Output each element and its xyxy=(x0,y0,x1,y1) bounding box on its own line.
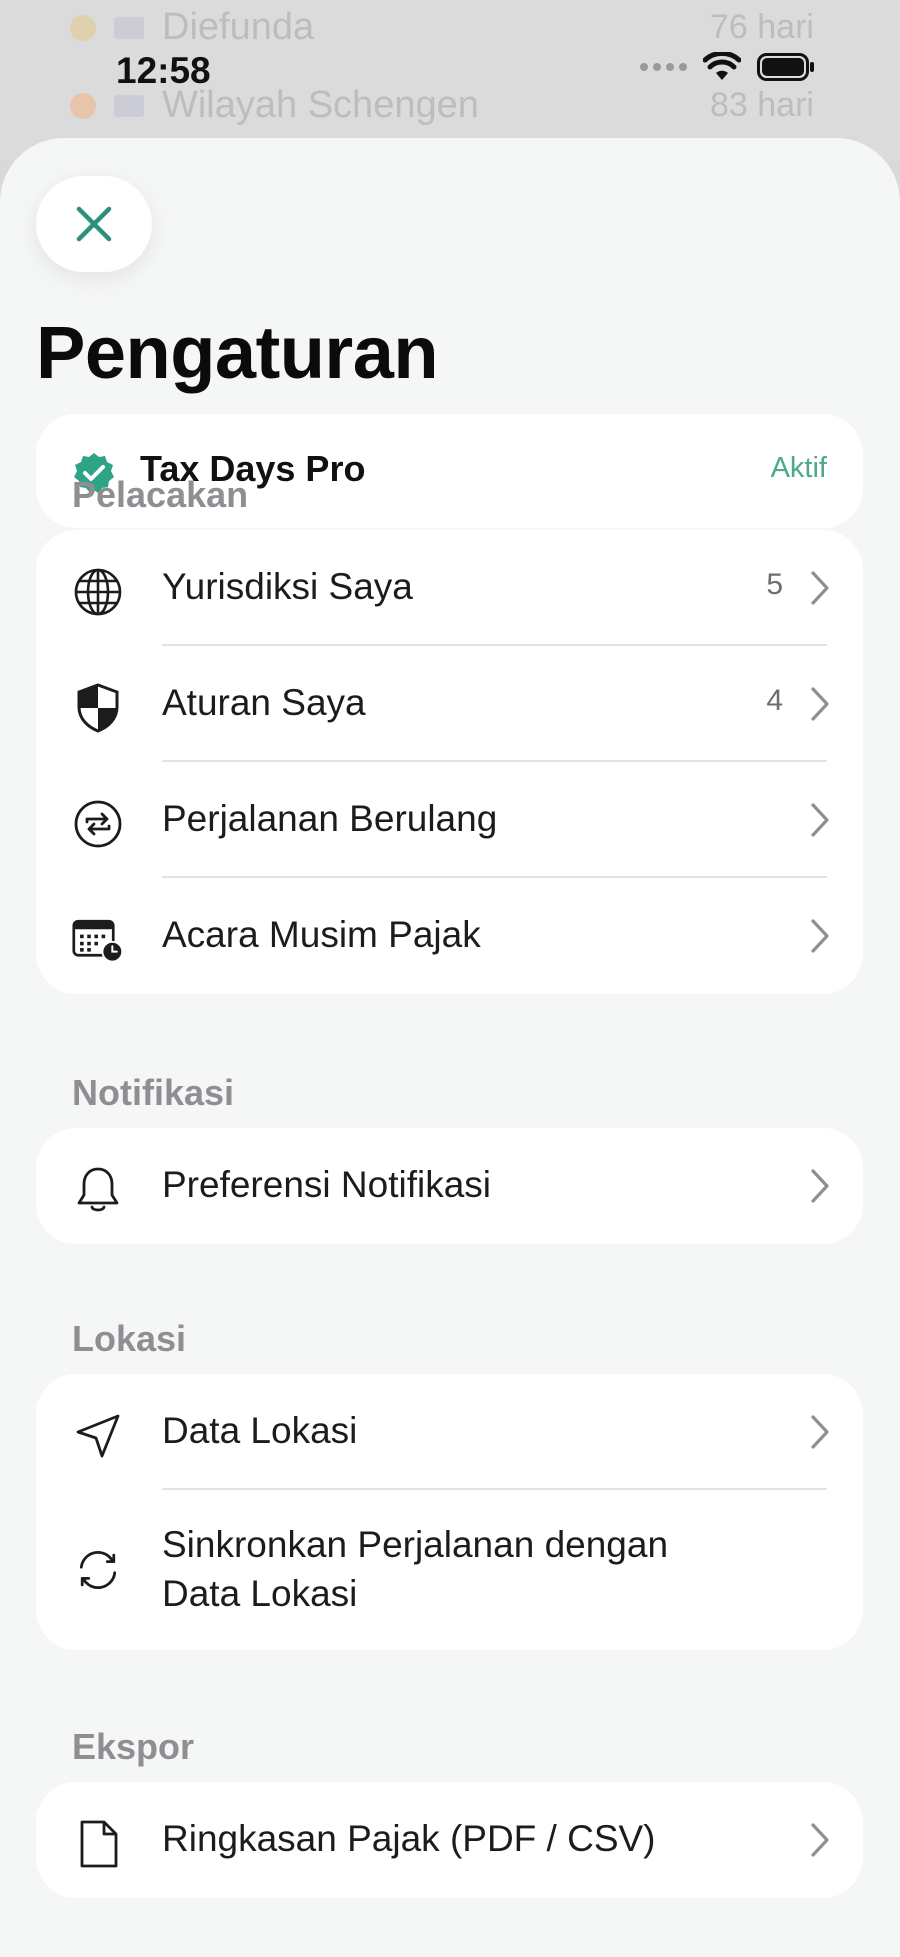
menu-item-recurring-trips[interactable]: Perjalanan Berulang xyxy=(36,762,863,878)
status-icons xyxy=(640,52,815,82)
chevron-right-icon xyxy=(809,570,831,611)
notifications-card: Preferensi Notifikasi xyxy=(36,1128,863,1244)
page-title: Pengaturan xyxy=(36,311,439,394)
count-badge: 4 xyxy=(766,684,783,717)
menu-item-label: Yurisdiksi Saya xyxy=(162,566,413,607)
location-card: Data Lokasi Sinkronkan Perjalanan dengan… xyxy=(36,1374,863,1650)
globe-icon xyxy=(72,566,124,618)
status-time: 12:58 xyxy=(116,50,211,91)
section-header-export: Ekspor xyxy=(72,1726,195,1767)
document-icon xyxy=(72,1818,124,1870)
shield-icon xyxy=(72,682,124,734)
sync-icon xyxy=(72,1544,124,1596)
chevron-right-icon xyxy=(809,1414,831,1455)
menu-item-sync-trips[interactable]: Sinkronkan Perjalanan dengan Data Lokasi xyxy=(36,1490,863,1650)
status-bar: 12:58 xyxy=(0,0,900,140)
menu-item-notification-preferences[interactable]: Preferensi Notifikasi xyxy=(36,1128,863,1244)
close-icon xyxy=(76,206,112,242)
location-arrow-icon xyxy=(72,1410,124,1462)
close-button[interactable] xyxy=(36,176,152,272)
repeat-icon xyxy=(72,798,124,850)
section-header-tracking: Pelacakan xyxy=(72,474,249,515)
count-badge: 5 xyxy=(766,568,783,601)
battery-icon xyxy=(757,53,814,81)
menu-item-label: Data Lokasi xyxy=(162,1410,358,1451)
menu-item-label: Ringkasan Pajak (PDF / CSV) xyxy=(162,1818,656,1859)
menu-item-label: Sinkronkan Perjalanan dengan Data Lokasi xyxy=(162,1524,669,1614)
bell-icon xyxy=(72,1164,124,1216)
menu-item-rules[interactable]: Aturan Saya 4 xyxy=(36,646,863,762)
menu-item-tax-season-events[interactable]: Acara Musim Pajak xyxy=(36,878,863,994)
menu-item-label: Preferensi Notifikasi xyxy=(162,1164,492,1205)
chevron-right-icon xyxy=(809,686,831,727)
menu-item-label: Perjalanan Berulang xyxy=(162,798,498,839)
menu-item-tax-summary-export[interactable]: Ringkasan Pajak (PDF / CSV) xyxy=(36,1782,863,1898)
settings-sheet: Pengaturan Tax Days Pro Aktif Pelacakan … xyxy=(0,138,900,1957)
chevron-right-icon xyxy=(809,1822,831,1863)
section-header-location: Lokasi xyxy=(72,1318,187,1359)
menu-item-label: Acara Musim Pajak xyxy=(162,914,481,955)
cellular-signal-icon xyxy=(640,63,687,71)
chevron-right-icon xyxy=(809,802,831,843)
calendar-clock-icon xyxy=(72,914,124,966)
chevron-right-icon xyxy=(809,918,831,959)
menu-item-label: Aturan Saya xyxy=(162,682,366,723)
chevron-right-icon xyxy=(809,1168,831,1209)
section-header-notifications: Notifikasi xyxy=(72,1072,235,1113)
export-card: Ringkasan Pajak (PDF / CSV) xyxy=(36,1782,863,1898)
pro-status: Aktif xyxy=(770,452,827,484)
wifi-icon xyxy=(703,52,741,80)
tracking-card: Yurisdiksi Saya 5 Aturan Saya 4 Perjalan… xyxy=(36,530,863,994)
menu-item-jurisdictions[interactable]: Yurisdiksi Saya 5 xyxy=(36,530,863,646)
menu-item-location-data[interactable]: Data Lokasi xyxy=(36,1374,863,1490)
